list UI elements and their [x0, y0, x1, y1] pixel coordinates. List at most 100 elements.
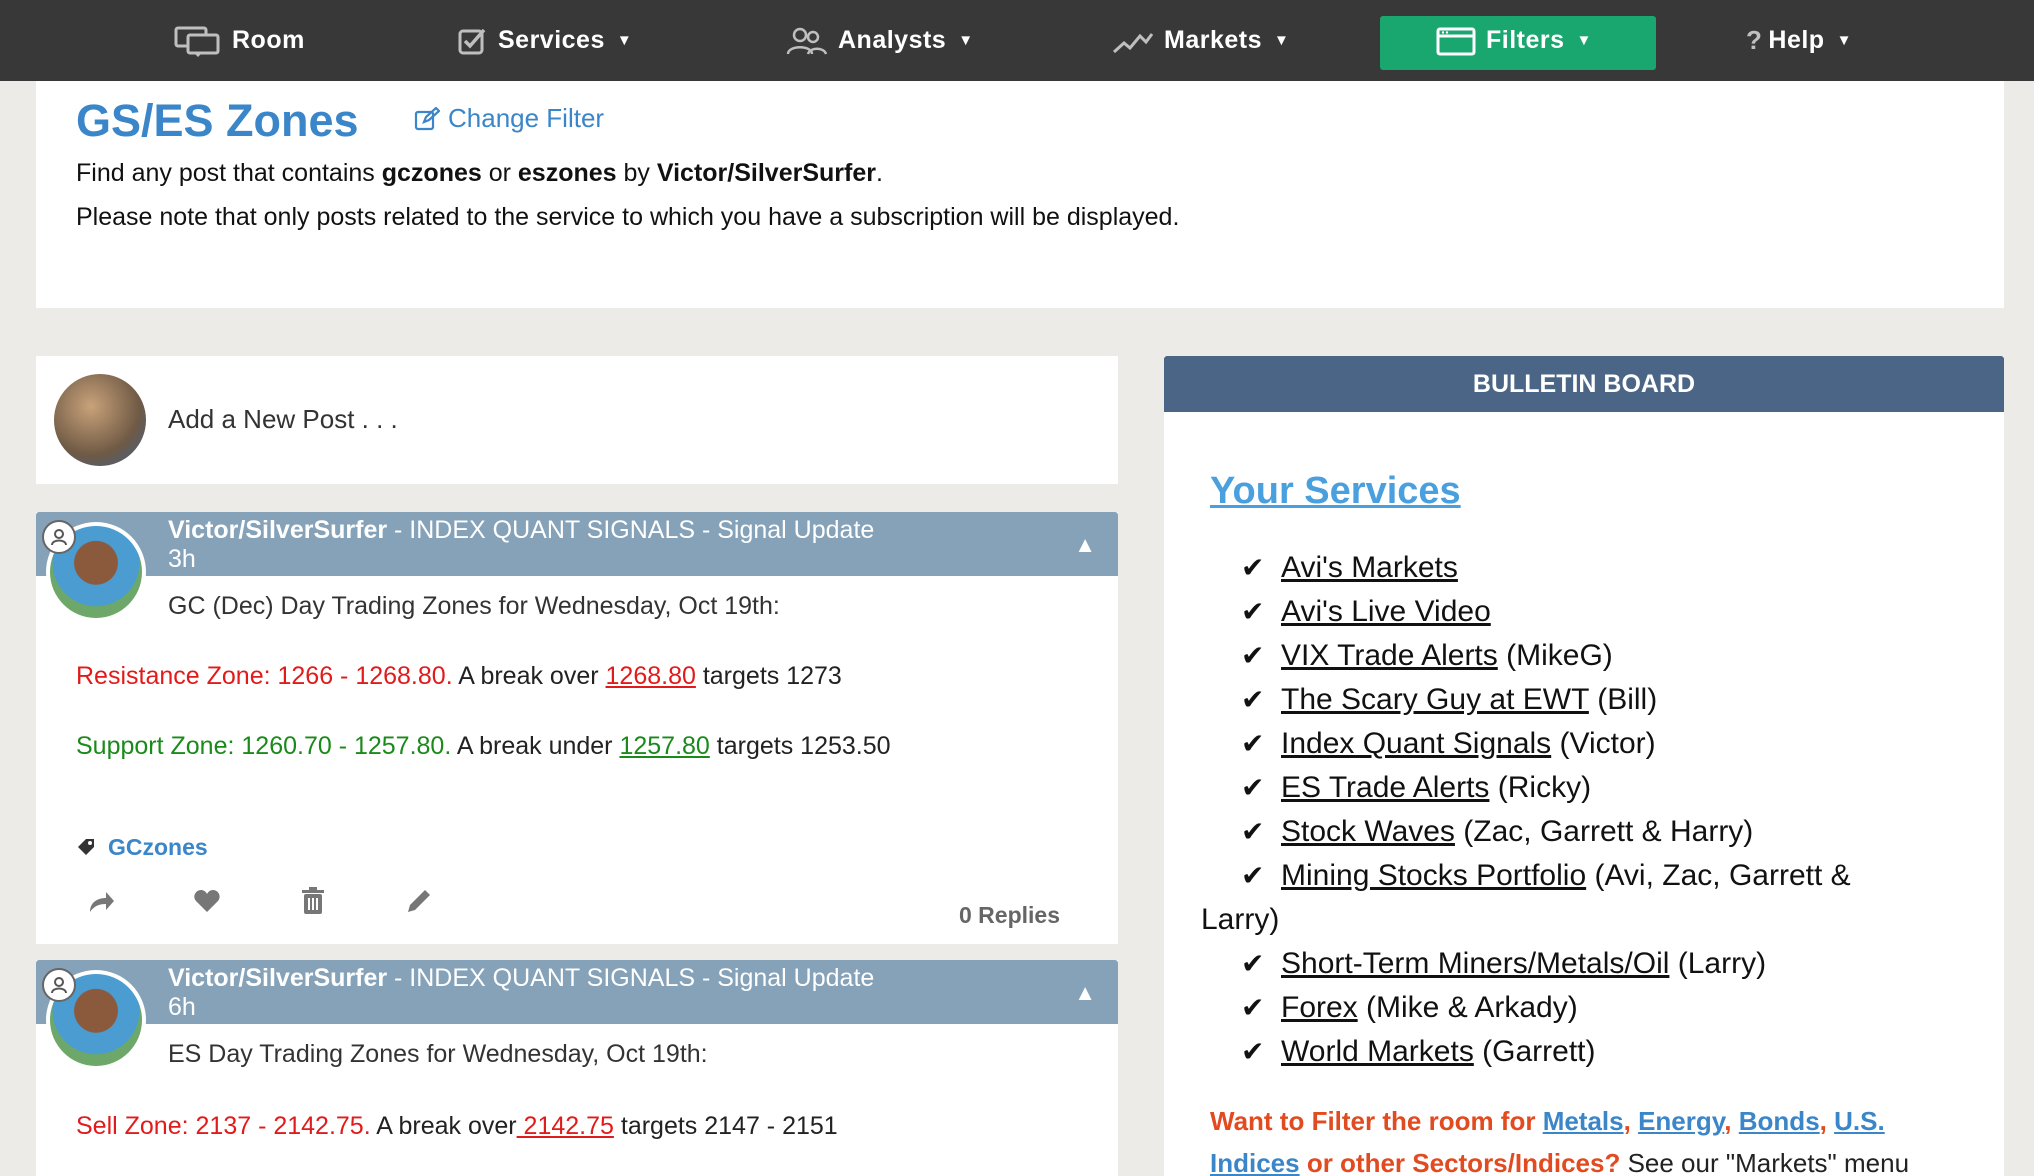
like-icon[interactable]: [192, 886, 222, 921]
avatar: [54, 374, 146, 466]
filter-header-card: GS/ES Zones Change Filter Find any post …: [36, 81, 2004, 308]
service-analyst: (Larry): [1669, 947, 1767, 980]
nav-analysts-label: Analysts: [838, 26, 947, 54]
service-analyst: (Avi, Zac, Garrett &: [1586, 859, 1851, 892]
nav-services-label: Services: [498, 26, 605, 54]
service-analyst: (Garrett): [1473, 1035, 1596, 1068]
post-timestamp: 6h: [168, 993, 196, 1021]
cta-comma: ,: [1623, 1106, 1631, 1136]
support-level-link[interactable]: 1257.80: [619, 732, 709, 760]
post-text: targets 1253.50: [709, 732, 891, 760]
service-link[interactable]: Mining Stocks Portfolio: [1281, 859, 1586, 892]
service-link[interactable]: ES Trade Alerts: [1281, 771, 1489, 804]
delete-icon[interactable]: [298, 886, 328, 921]
post-header[interactable]: Victor/SilverSurfer - INDEX QUANT SIGNAL…: [36, 512, 1118, 576]
service-link[interactable]: Forex: [1281, 991, 1358, 1024]
chevron-down-icon: ▼: [616, 32, 633, 49]
filter-description: Find any post that contains gczones or e…: [76, 159, 883, 188]
metals-link[interactable]: Metals: [1543, 1106, 1624, 1136]
edit-icon[interactable]: [404, 886, 434, 921]
list-item: ✔ Forex (Mike & Arkady): [1241, 986, 1961, 1030]
list-item: ✔ World Markets (Garrett): [1241, 1030, 1961, 1074]
resistance-zone-line: Resistance Zone: 1266 - 1268.80. A break…: [76, 662, 842, 691]
check-icon: ✔: [1241, 1036, 1265, 1067]
list-item-wrap: Larry): [1201, 898, 1961, 942]
author-name[interactable]: Victor/SilverSurfer: [168, 516, 387, 544]
change-filter-link[interactable]: Change Filter: [414, 103, 604, 134]
list-item: ✔ ES Trade Alerts (Ricky): [1241, 766, 1961, 810]
share-icon[interactable]: [86, 886, 116, 921]
service-link[interactable]: Short-Term Miners/Metals/Oil: [1281, 947, 1669, 980]
tag-icon: [78, 838, 94, 855]
service-link[interactable]: The Scary Guy at EWT: [1281, 683, 1589, 716]
nav-markets[interactable]: Markets ▼: [1112, 0, 1289, 81]
list-item: ✔ The Scary Guy at EWT (Bill): [1241, 678, 1961, 722]
us-link[interactable]: U.S.: [1834, 1106, 1885, 1136]
desc-text: Find any post that contains: [76, 159, 382, 187]
check-icon: ✔: [1241, 552, 1265, 583]
cta-other: or other Sectors/Indices?: [1299, 1148, 1621, 1176]
bulletin-board: BULLETIN BOARD Your Services ✔ Avi's Mark…: [1164, 356, 2004, 1176]
nav-analysts[interactable]: Analysts ▼: [786, 0, 974, 81]
nav-services[interactable]: Services ▼: [458, 0, 632, 81]
nav-room[interactable]: Room: [174, 0, 305, 81]
tag-label: GCzones: [108, 834, 208, 860]
top-nav: Room Services ▼ Analysts ▼ Markets ▼ Fil…: [0, 0, 2034, 81]
page-title: GS/ES Zones: [76, 95, 359, 146]
support-zone-line: Support Zone: 1260.70 - 1257.80. A break…: [76, 732, 891, 761]
energy-link[interactable]: Energy: [1638, 1106, 1724, 1136]
nav-help[interactable]: ? Help ▼: [1746, 0, 1852, 81]
list-item: ✔ Mining Stocks Portfolio (Avi, Zac, Garr…: [1241, 854, 1961, 898]
question-icon: ?: [1746, 25, 1763, 55]
service-link[interactable]: Avi's Markets: [1281, 551, 1458, 584]
post-header[interactable]: Victor/SilverSurfer - INDEX QUANT SIGNAL…: [36, 960, 1118, 1024]
cta-lead: Want to Filter the room for: [1210, 1106, 1543, 1136]
checkbox-icon: [458, 26, 488, 56]
desc-keyword-gczones: gczones: [381, 159, 482, 187]
chevron-down-icon: ▼: [1274, 32, 1290, 49]
resistance-zone: Resistance Zone: 1266 - 1268.80.: [76, 662, 453, 690]
window-icon: [1436, 26, 1476, 56]
nav-filters-label: Filters: [1486, 26, 1565, 54]
bonds-link[interactable]: Bonds: [1739, 1106, 1820, 1136]
service-link[interactable]: Avi's Live Video: [1281, 595, 1491, 628]
service-link[interactable]: World Markets: [1281, 1035, 1474, 1068]
service-link[interactable]: Index Quant Signals: [1281, 727, 1551, 760]
chat-icon: [174, 25, 222, 57]
your-services-link[interactable]: Your Services: [1210, 470, 1461, 513]
service-analyst: (Ricky): [1489, 771, 1592, 804]
desc-text: .: [875, 159, 883, 187]
new-post-input[interactable]: Add a New Post . . .: [168, 404, 398, 435]
service-link[interactable]: Stock Waves: [1281, 815, 1455, 848]
sell-level-link[interactable]: 2142.75: [517, 1112, 614, 1140]
support-zone: Support Zone: 1260.70 - 1257.80.: [76, 732, 452, 760]
nav-filters[interactable]: Filters ▼: [1436, 0, 1592, 81]
post-intro: ES Day Trading Zones for Wednesday, Oct …: [168, 1040, 708, 1068]
service-analyst: (Victor): [1551, 727, 1656, 760]
desc-text: or: [481, 159, 518, 187]
user-icon: [42, 968, 76, 1002]
collapse-icon[interactable]: ▲: [1074, 980, 1096, 1006]
cta-comma: ,: [1819, 1106, 1827, 1136]
cta-space: [1631, 1106, 1638, 1136]
author-name[interactable]: Victor/SilverSurfer: [168, 964, 387, 992]
check-icon: ✔: [1241, 684, 1265, 715]
check-icon: ✔: [1241, 596, 1265, 627]
resistance-level-link[interactable]: 1268.80: [606, 662, 696, 690]
check-icon: ✔: [1241, 860, 1265, 891]
services-list: ✔ Avi's Markets ✔ Avi's Live Video ✔ VIX Tr…: [1201, 546, 1961, 1074]
post-actions: [86, 886, 434, 921]
post-tag[interactable]: GCzones: [76, 834, 208, 861]
list-item: ✔ Avi's Markets: [1241, 546, 1961, 590]
post-author: Victor/SilverSurfer - INDEX QUANT SIGNAL…: [168, 516, 874, 545]
collapse-icon[interactable]: ▲: [1074, 532, 1096, 558]
replies-count[interactable]: 0 Replies: [959, 902, 1060, 929]
indices-link[interactable]: Indices: [1210, 1148, 1300, 1176]
post-card: Victor/SilverSurfer - INDEX QUANT SIGNAL…: [36, 960, 1118, 1176]
post-intro: GC (Dec) Day Trading Zones for Wednesday…: [168, 592, 780, 620]
list-item: ✔ Short-Term Miners/Metals/Oil (Larry): [1241, 942, 1961, 986]
post-card: Victor/SilverSurfer - INDEX QUANT SIGNAL…: [36, 512, 1118, 944]
post-text: targets 2147 - 2151: [613, 1112, 838, 1140]
new-post-box[interactable]: Add a New Post . . .: [36, 356, 1118, 484]
service-link[interactable]: VIX Trade Alerts: [1281, 639, 1498, 672]
